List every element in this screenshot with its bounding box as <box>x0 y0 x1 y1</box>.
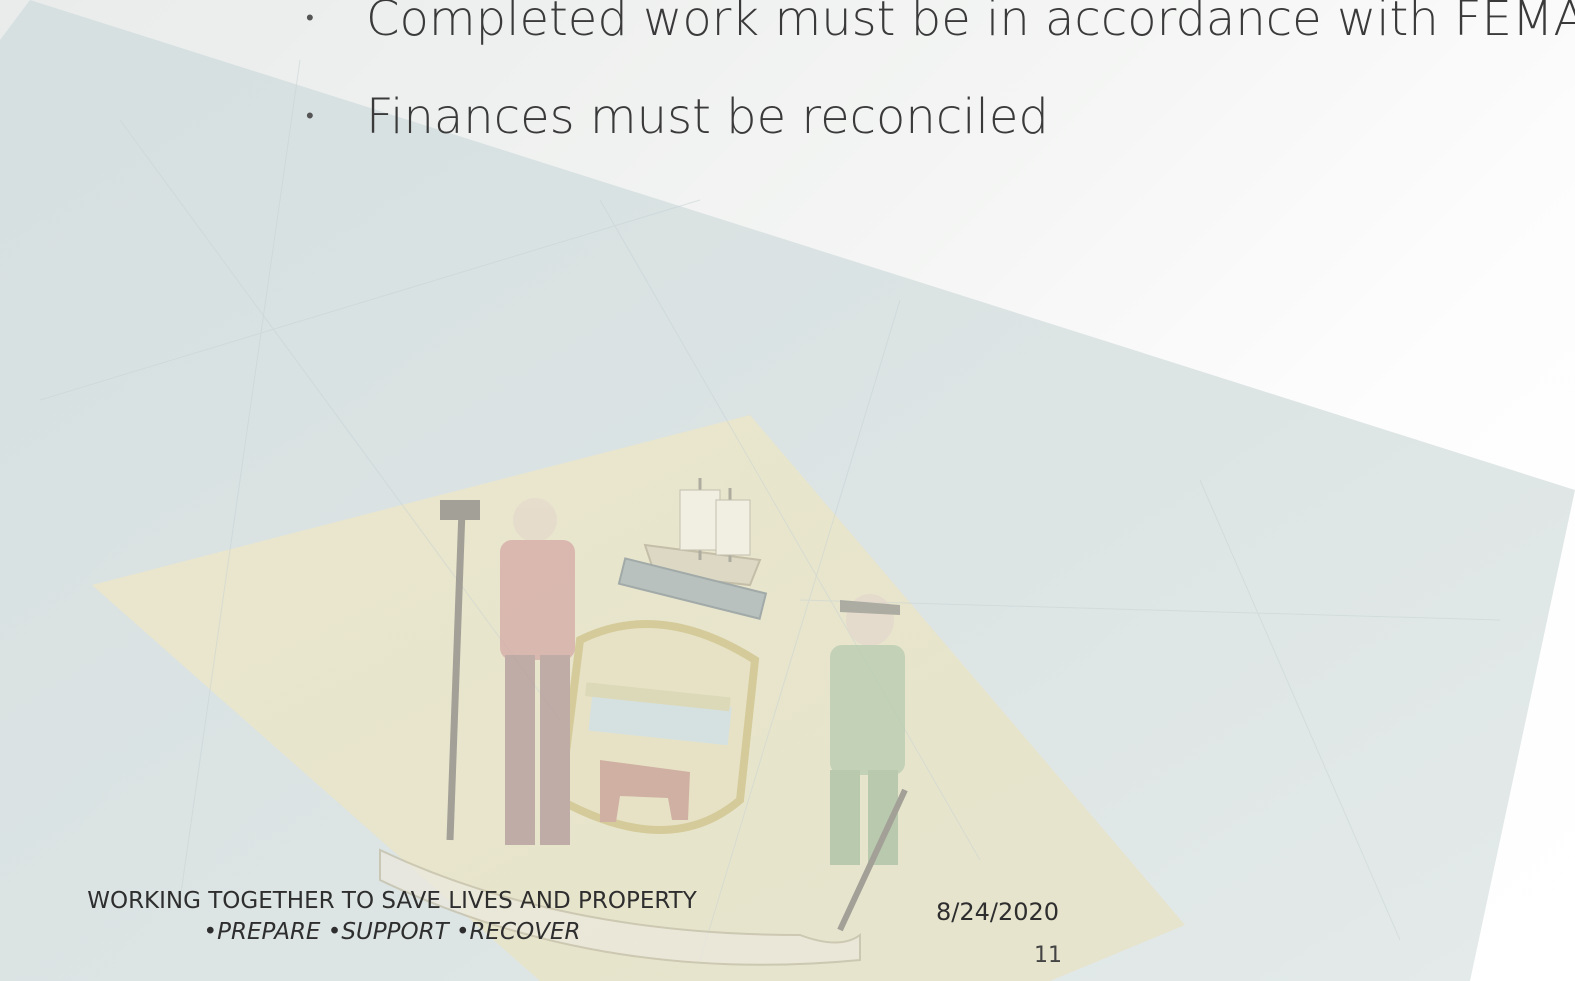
footer-date: 8/24/2020 <box>936 898 1060 926</box>
footer-page-number: 11 <box>1034 943 1062 968</box>
bullet-list: • Completed work must be in accordance w… <box>300 0 1575 166</box>
slide: • Completed work must be in accordance w… <box>0 0 1575 981</box>
footer-motto-line1: WORKING TOGETHER TO SAVE LIVES AND PROPE… <box>87 888 697 914</box>
bullet-item: • Finances must be reconciled <box>300 68 1575 166</box>
bullet-text: Completed work must be in accordance wit… <box>366 0 1575 47</box>
bullet-dot-icon: • <box>306 6 314 31</box>
bullet-text: Finances must be reconciled <box>366 89 1049 145</box>
footer-motto: WORKING TOGETHER TO SAVE LIVES AND PROPE… <box>62 886 722 948</box>
bullet-dot-icon: • <box>306 104 314 129</box>
footer-motto-line2: •PREPARE •SUPPORT •RECOVER <box>203 919 581 945</box>
bullet-item: • Completed work must be in accordance w… <box>300 0 1575 68</box>
